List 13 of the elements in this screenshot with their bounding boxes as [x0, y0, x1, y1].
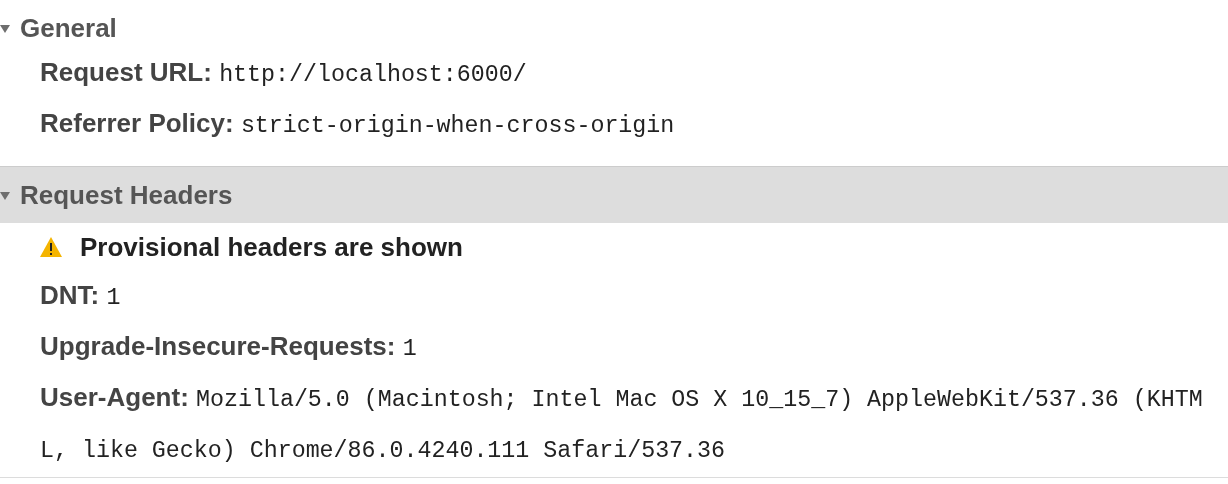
section-header[interactable]: Request Headers — [0, 166, 1228, 223]
caret-down-icon[interactable] — [0, 190, 10, 200]
header-line: Referrer Policy: strict-origin-when-cross-origin — [39, 107, 676, 141]
header-line: Request URL: http://localhost:6000/ — [39, 56, 528, 90]
section-header[interactable]: General — [0, 8, 1228, 48]
warning-icon — [40, 237, 62, 257]
header-line: Upgrade-Insecure-Requests: 1 — [39, 330, 418, 364]
section-title: General — [20, 12, 117, 44]
warning-text: Provisional headers are shown — [80, 231, 463, 264]
header-line: DNT: 1 — [39, 279, 122, 313]
section-title: Request Headers — [20, 179, 233, 211]
caret-down-icon[interactable] — [0, 23, 10, 33]
header-line: User-Agent: Mozilla/5.0 (Macintosh; Intel Mac OS X 10_15_7) AppleWebKit/537.36 (KHTML, like Gecko) Chrome/86.0.4240.111 Safari/537.36 — [39, 381, 1204, 466]
